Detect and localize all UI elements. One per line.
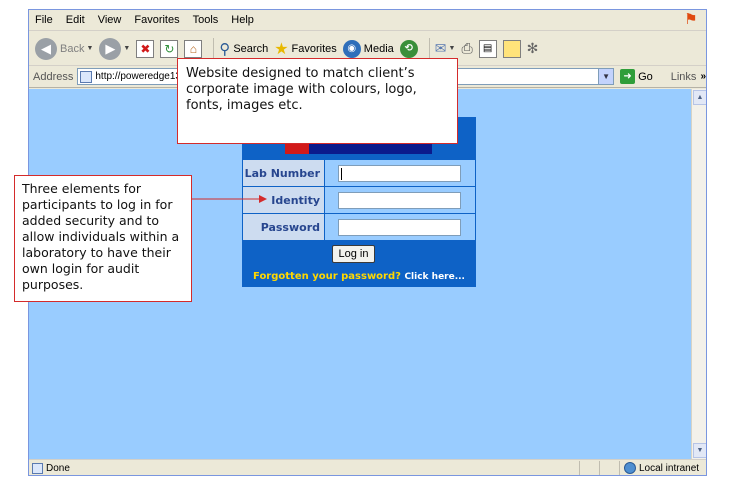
callout-three-elements: Three elements for participants to log i… — [14, 175, 192, 302]
edit-button[interactable]: ▤ — [478, 39, 497, 58]
windows-logo-icon: ⚑ — [684, 11, 698, 28]
mail-button[interactable]: ✉ ▼ — [435, 40, 456, 57]
address-label: Address — [33, 70, 74, 83]
media-icon: ◉ — [342, 39, 361, 58]
menu-tools[interactable]: Tools — [193, 14, 219, 26]
done-page-icon — [32, 462, 43, 474]
menu-favorites[interactable]: Favorites — [134, 14, 179, 26]
forgot-password-text: Forgotten your password? — [253, 271, 401, 282]
print-button[interactable]: ⎙ — [461, 40, 472, 57]
click-here-link[interactable]: Click here... — [404, 272, 465, 282]
security-zone: Local intranet — [619, 460, 706, 475]
status-panel — [579, 460, 599, 475]
back-button[interactable]: ◀ Back ▼ — [35, 37, 93, 60]
toolbar-separator — [213, 37, 215, 60]
mail-icon: ✉ — [434, 40, 447, 56]
toolbar-separator — [428, 37, 430, 60]
media-button[interactable]: ◉ Media — [342, 39, 394, 58]
identity-field[interactable] — [338, 191, 461, 209]
back-dropdown-icon[interactable]: ▼ — [86, 45, 93, 52]
lab-number-cell — [324, 159, 476, 187]
menu-file[interactable]: File — [35, 14, 53, 26]
back-label: Back — [60, 42, 85, 55]
status-left: Done — [29, 462, 579, 474]
identity-label: Identity — [242, 186, 325, 214]
mail-dropdown-icon[interactable]: ▼ — [449, 45, 456, 52]
go-label: Go — [638, 70, 653, 83]
text-caret — [341, 167, 342, 180]
note-icon — [502, 39, 521, 58]
password-field[interactable] — [338, 218, 461, 236]
go-button[interactable]: ➜ Go — [620, 69, 653, 84]
refresh-icon: ↻ — [160, 39, 179, 58]
links-label[interactable]: Links — [671, 71, 697, 83]
forgot-password-row: Forgotten your password? Click here... — [242, 271, 476, 282]
zone-label: Local intranet — [639, 462, 700, 474]
page-icon — [80, 70, 93, 83]
favorites-label: Favorites — [291, 42, 337, 55]
lab-number-label: Lab Number — [242, 159, 325, 187]
search-button[interactable]: ⚲ Search — [219, 40, 268, 58]
intranet-globe-icon — [624, 462, 636, 474]
media-label: Media — [363, 42, 394, 55]
menu-help[interactable]: Help — [231, 14, 254, 26]
scroll-down-icon[interactable]: ▼ — [693, 443, 706, 458]
stop-button[interactable]: ✖ — [136, 39, 155, 58]
lab-number-field[interactable] — [338, 164, 461, 182]
form-row-identity: Identity — [242, 186, 476, 214]
stop-icon: ✖ — [136, 39, 155, 58]
address-dropdown-icon[interactable]: ▼ — [598, 69, 614, 84]
messenger-icon: ✻ — [526, 40, 539, 56]
status-text: Done — [46, 462, 70, 474]
callout-corporate-image: Website designed to match client’s corpo… — [177, 58, 458, 144]
messenger-button[interactable]: ✻ — [527, 40, 539, 57]
edit-page-icon: ▤ — [478, 39, 497, 58]
history-icon: ⟲ — [399, 39, 418, 58]
forward-arrow-icon: ▶ — [99, 37, 122, 60]
login-form: Lab Number Identity Password — [242, 159, 476, 241]
form-row-lab-number: Lab Number — [242, 159, 476, 187]
go-arrow-icon: ➜ — [620, 69, 636, 84]
links-chevron-icon[interactable]: » — [700, 71, 706, 82]
menu-bar: File Edit View Favorites Tools Help ⚑ — [29, 10, 706, 31]
password-cell — [324, 213, 476, 241]
star-icon: ★ — [274, 40, 289, 58]
home-button[interactable]: ⌂ — [184, 39, 203, 58]
home-icon: ⌂ — [184, 39, 203, 58]
menu-edit[interactable]: Edit — [66, 14, 85, 26]
print-icon: ⎙ — [461, 40, 473, 56]
forward-button[interactable]: ▶ ▼ — [99, 37, 130, 60]
status-panel — [599, 460, 619, 475]
search-label: Search — [233, 42, 269, 55]
identity-cell — [324, 186, 476, 214]
forward-dropdown-icon[interactable]: ▼ — [123, 45, 130, 52]
scroll-up-icon[interactable]: ▲ — [693, 90, 706, 105]
form-row-password: Password — [242, 213, 476, 241]
vertical-scrollbar[interactable]: ▲ ▼ — [691, 89, 706, 459]
login-button[interactable]: Log in — [332, 245, 375, 263]
back-arrow-icon: ◀ — [35, 37, 57, 60]
favorites-button[interactable]: ★ Favorites — [274, 39, 337, 59]
history-button[interactable]: ⟲ — [399, 39, 418, 58]
status-bar: Done Local intranet — [29, 459, 706, 475]
notes-button[interactable] — [502, 39, 521, 58]
refresh-button[interactable]: ↻ — [160, 39, 179, 58]
password-label: Password — [242, 213, 325, 241]
search-icon: ⚲ — [219, 40, 231, 58]
menu-view[interactable]: View — [98, 14, 122, 26]
